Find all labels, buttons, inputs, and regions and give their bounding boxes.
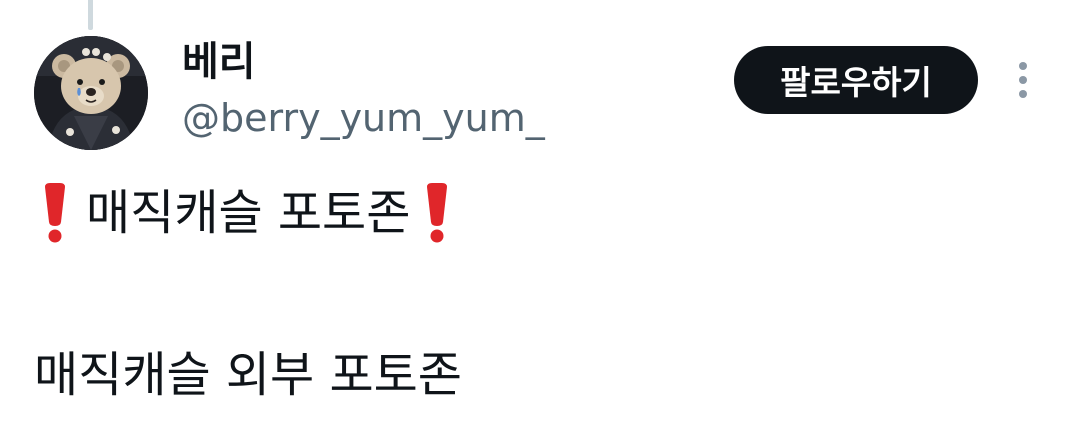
red-exclamation-mark-icon bbox=[424, 182, 450, 244]
more-dot bbox=[1019, 90, 1027, 98]
teddy-bear-avatar-icon bbox=[34, 36, 148, 150]
more-vertical-icon[interactable] bbox=[1006, 58, 1040, 102]
more-dot bbox=[1019, 62, 1027, 70]
more-dot bbox=[1019, 76, 1027, 84]
user-handle[interactable]: @berry_yum_yum_ bbox=[182, 94, 545, 142]
tweet-text-line-1: 매직캐슬 포토존 bbox=[42, 180, 450, 246]
display-name[interactable]: 베리 bbox=[182, 38, 256, 86]
tweet-text-line-2: 매직캐슬 외부 포토존 bbox=[34, 347, 462, 403]
avatar[interactable] bbox=[34, 36, 148, 150]
tweet-text-line-1-content: 매직캐슬 포토존 bbox=[86, 185, 411, 241]
thread-connector-line bbox=[88, 0, 93, 30]
follow-button[interactable]: 팔로우하기 bbox=[734, 46, 978, 114]
red-exclamation-mark-icon bbox=[42, 182, 68, 244]
